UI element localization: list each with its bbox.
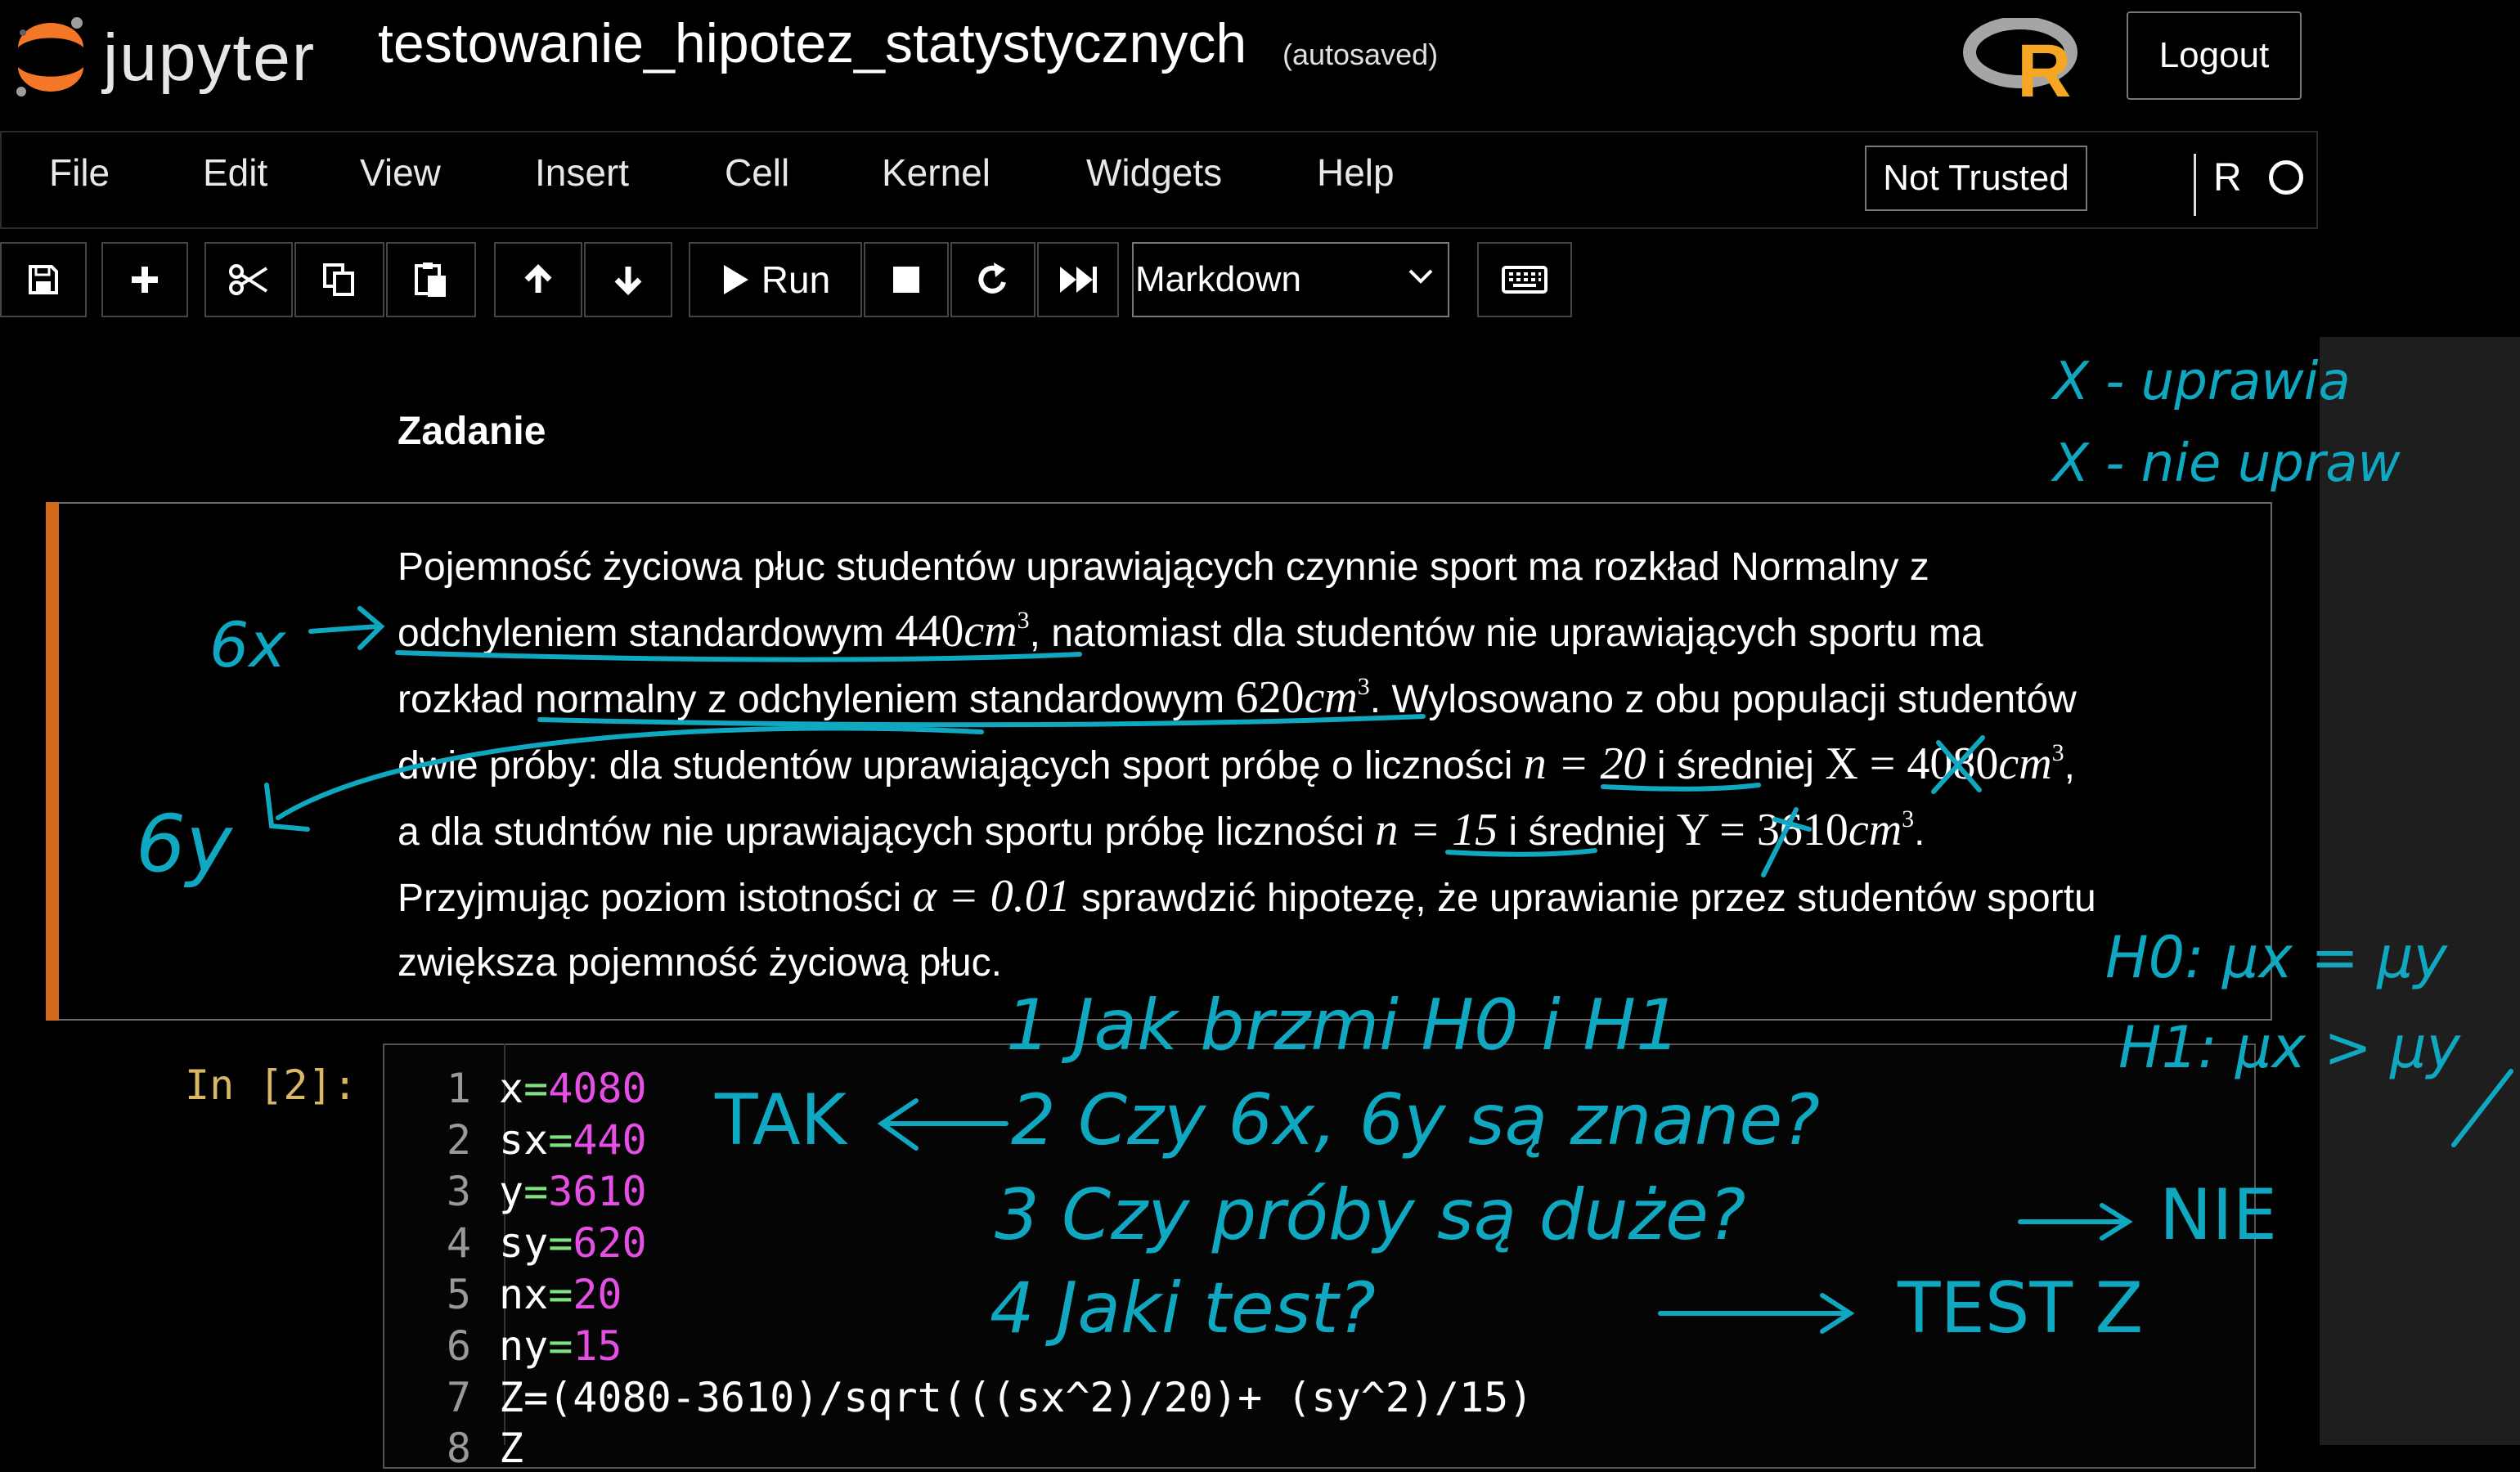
cell-type-value: Markdown (1135, 259, 1301, 299)
notebook-title[interactable]: testowanie_hipotez_statystycznych (378, 11, 1247, 75)
line-number: 7 (446, 1374, 471, 1421)
move-up-icon (524, 264, 552, 293)
paste-button[interactable] (386, 242, 476, 317)
chevron-down-icon (1408, 269, 1433, 284)
menu-file[interactable]: File (49, 150, 110, 195)
paste-icon (415, 263, 446, 297)
run-button[interactable]: Run (689, 242, 862, 317)
code-line: ny=15 (499, 1322, 622, 1370)
command-palette-button[interactable] (1477, 242, 1572, 317)
add-cell-button[interactable] (101, 242, 188, 317)
code-line: sy=620 (499, 1219, 647, 1267)
note-step-1: 1 Jak brzmi H0 i H1 (1006, 985, 1681, 1066)
menu-insert[interactable]: Insert (535, 150, 629, 195)
code-line: Z (499, 1425, 524, 1472)
add-cell-icon (132, 267, 158, 293)
jupyter-wordmark: jupyter (103, 20, 317, 95)
autosave-status: (autosaved) (1282, 38, 1439, 71)
copy-icon (323, 263, 354, 296)
line-number: 1 (446, 1065, 471, 1112)
line-number: 5 (446, 1271, 471, 1318)
jupyter-logo-icon (16, 17, 83, 96)
menu-cell[interactable]: Cell (725, 150, 789, 195)
code-line: sx=440 (499, 1116, 647, 1164)
note-x-nie-uprawia: X - nie upraw (2053, 433, 2401, 494)
note-sigma-x: 6x (209, 608, 286, 681)
save-button[interactable] (0, 242, 87, 317)
save-icon (29, 265, 58, 294)
note-h1: H1: μx > μy (2118, 1014, 2461, 1081)
problem-line: Pojemność życiowa płuc studentów uprawia… (398, 545, 1929, 589)
line-number: 2 (446, 1116, 471, 1164)
kernel-idle-indicator-icon (2269, 160, 2303, 195)
svg-text:R: R (2017, 29, 2071, 100)
problem-line: a dla studntów nie uprawiających sportu … (398, 805, 1925, 855)
interrupt-button[interactable] (864, 242, 949, 317)
restart-icon (978, 263, 1006, 294)
note-step-3: 3 Czy próby są duże? (995, 1174, 1746, 1256)
code-line: nx=20 (499, 1271, 622, 1318)
stop-icon (893, 267, 919, 293)
note-x-uprawia: X - uprawia (2053, 352, 2351, 412)
cut-button[interactable] (204, 242, 293, 317)
trust-status-button[interactable]: Not Trusted (1865, 146, 2087, 211)
note-step-4: 4 Jaki test? (990, 1268, 1376, 1349)
move-down-button[interactable] (584, 242, 672, 317)
problem-line: rozkład normalny z odchyleniem standardo… (398, 672, 2077, 723)
note-answer-nie: NIE (2159, 1174, 2278, 1256)
menu-edit[interactable]: Edit (203, 150, 267, 195)
notebook-side-panel (2320, 337, 2520, 1445)
logout-button[interactable]: Logout (2127, 11, 2302, 100)
note-h0: H0: μx = μy (2105, 924, 2448, 991)
menubar: File Edit View Insert Cell Kernel Widget… (0, 131, 2318, 229)
menu-widgets[interactable]: Widgets (1086, 150, 1222, 195)
code-line: y=3610 (499, 1168, 647, 1215)
problem-line: Przyjmując poziom istotności α = 0.01 sp… (398, 871, 2096, 922)
code-line: Z=(4080-3610)/sqrt(((sx^2)/20)+ (sy^2)/1… (499, 1374, 1534, 1421)
run-label: Run (761, 258, 831, 301)
note-answer-tak: TAK (715, 1079, 847, 1161)
menu-view[interactable]: View (360, 150, 441, 195)
line-number: 6 (446, 1322, 471, 1370)
cell-type-select[interactable]: Markdown (1132, 242, 1449, 317)
header: jupyter testowanie_hipotez_statystycznyc… (0, 0, 2520, 129)
line-number: 8 (446, 1425, 471, 1472)
run-icon (723, 265, 748, 294)
line-number: 3 (446, 1168, 471, 1215)
note-sigma-y: 6y (136, 798, 232, 890)
selected-cell-marker (46, 502, 59, 1021)
problem-line: dwie próby: dla studentów uprawiających … (398, 738, 2075, 789)
kernel-name[interactable]: R (2213, 155, 2242, 200)
note-step-2: 2 Czy 6x, 6y są znane? (1011, 1079, 1820, 1161)
move-up-button[interactable] (494, 242, 582, 317)
copy-button[interactable] (294, 242, 384, 317)
cell-prompt: In [2]: (185, 1061, 357, 1109)
restart-run-all-button[interactable] (1037, 242, 1119, 317)
menu-help[interactable]: Help (1317, 150, 1395, 195)
restart-button[interactable] (950, 242, 1035, 317)
move-down-icon (614, 267, 642, 295)
fast-forward-icon (1060, 267, 1097, 293)
problem-statement: Pojemność życiowa płuc studentów uprawia… (398, 535, 2262, 995)
problem-line: odchyleniem standardowym 440cm3, natomia… (398, 606, 1983, 657)
kernel-divider (2194, 154, 2196, 216)
menu-kernel[interactable]: Kernel (882, 150, 990, 195)
keyboard-icon (1502, 266, 1547, 294)
cut-icon (229, 264, 268, 295)
code-line: x=4080 (499, 1065, 647, 1112)
section-heading: Zadanie (398, 410, 546, 453)
line-number: 4 (446, 1219, 471, 1267)
note-answer-test-z: TEST Z (1898, 1268, 2144, 1349)
jupyter-logo[interactable]: jupyter (11, 15, 339, 105)
r-language-icon: R (1963, 18, 2078, 100)
toolbar: Run Markdown (0, 242, 2318, 324)
